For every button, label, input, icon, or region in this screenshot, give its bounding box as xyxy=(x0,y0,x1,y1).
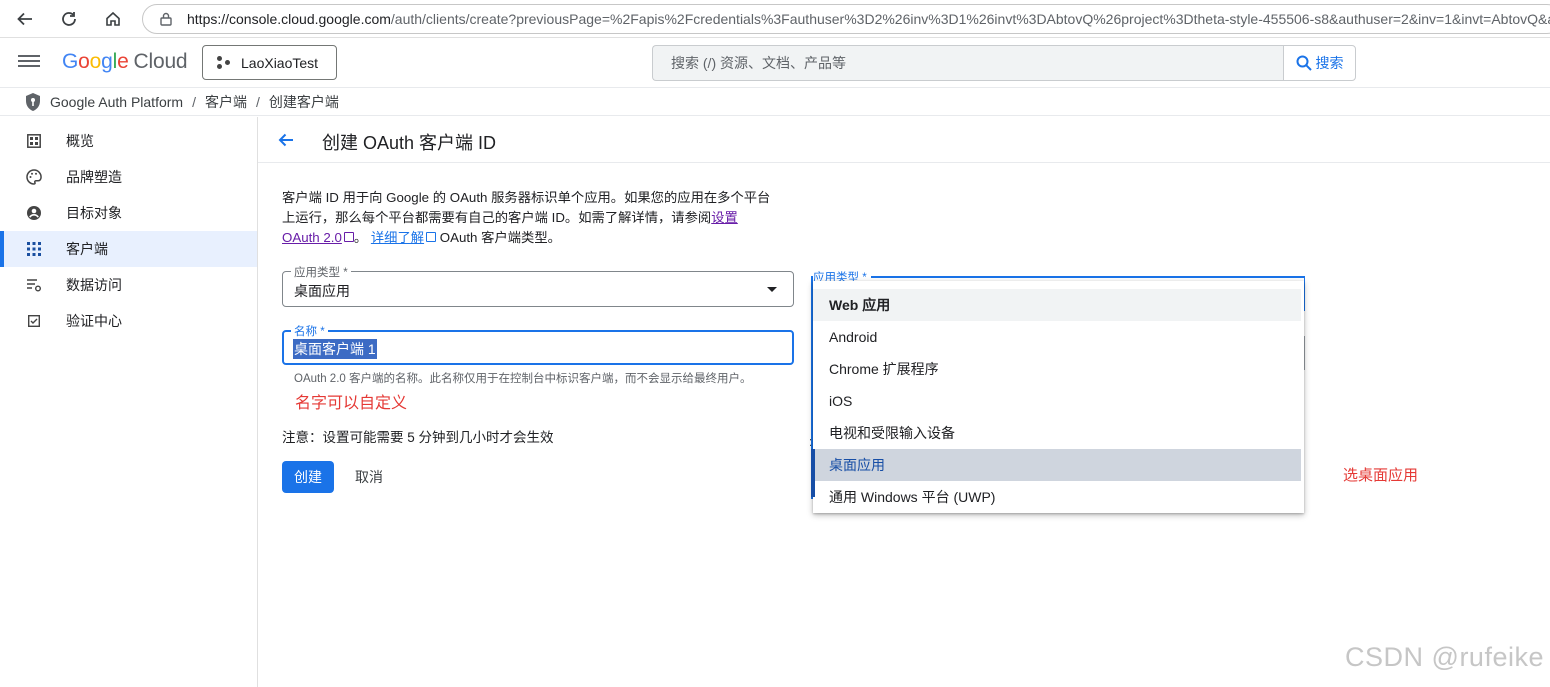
site-info-icon[interactable] xyxy=(159,12,173,26)
dashboard-icon xyxy=(26,133,42,149)
url-host: https://console.cloud.google.com xyxy=(187,11,391,27)
name-value: 桌面客户端 1 xyxy=(293,339,377,359)
logo-google: Google xyxy=(62,50,129,73)
option-web[interactable]: Web 应用 xyxy=(813,289,1301,321)
google-cloud-logo[interactable]: Google Cloud xyxy=(62,50,188,74)
option-desktop[interactable]: 桌面应用 xyxy=(813,449,1301,481)
data-settings-icon xyxy=(26,277,42,293)
search-icon xyxy=(1296,55,1312,71)
url-path: /auth/clients/create?previousPage=%2Fapi… xyxy=(390,11,1550,27)
setup-oauth-link[interactable]: 设置 xyxy=(711,210,738,225)
breadcrumb-separator: / xyxy=(192,93,196,110)
search-button[interactable]: 搜索 xyxy=(1283,45,1356,81)
sidebar-item-overview[interactable]: 概览 xyxy=(0,123,257,159)
reload-icon[interactable] xyxy=(54,4,84,34)
breadcrumb-separator: / xyxy=(255,93,260,110)
desc-tail: OAuth 客户端类型。 xyxy=(436,230,561,245)
annotation-select: 选桌面应用 xyxy=(1343,467,1419,484)
cancel-button[interactable]: 取消 xyxy=(346,461,392,493)
app-type-select[interactable]: 应用类型 * 桌面应用 xyxy=(282,264,794,307)
focus-outline xyxy=(811,276,1305,278)
sidebar-item-clients[interactable]: 客户端 xyxy=(0,231,257,267)
account-circle-icon xyxy=(26,205,42,221)
description: 客户端 ID 用于向 Google 的 OAuth 服务器标识单个应用。如果您的… xyxy=(282,188,802,248)
learn-more-link[interactable]: 详细了解 xyxy=(371,230,424,245)
desc-line2: 上运行，那么每个平台都需要有自己的客户端 ID。如需了解详情，请参阅 xyxy=(282,210,712,225)
sidebar-item-label: 验证中心 xyxy=(66,313,122,329)
console-header: Google Cloud LaoXiaoTest 搜索 (/) 资源、文档、产品等… xyxy=(0,38,1550,88)
sidebar-item-label: 品牌塑造 xyxy=(66,169,122,185)
sidebar-item-label: 客户端 xyxy=(66,241,108,257)
create-button[interactable]: 创建 xyxy=(282,461,334,493)
breadcrumb-platform[interactable]: Google Auth Platform xyxy=(50,94,183,110)
home-icon[interactable] xyxy=(98,4,128,34)
annotation-name: 名字可以自定义 xyxy=(295,395,408,412)
setup-oauth-link-cont[interactable]: OAuth 2.0 xyxy=(282,230,342,245)
app-type-value: 桌面应用 xyxy=(294,283,350,299)
project-icon xyxy=(217,55,231,70)
sidebar-item-verification[interactable]: 验证中心 xyxy=(0,303,257,339)
sidebar-item-label: 数据访问 xyxy=(66,277,122,293)
project-picker-button[interactable]: LaoXiaoTest xyxy=(202,45,337,80)
focus-outline xyxy=(1304,277,1305,311)
desc-punct: 。 xyxy=(353,230,368,245)
sidebar-item-label: 概览 xyxy=(66,133,94,149)
page-title: 创建 OAuth 客户端 ID xyxy=(322,133,497,153)
option-uwp[interactable]: 通用 Windows 平台 (UWP) xyxy=(813,481,1301,513)
name-label: 名称 * xyxy=(291,323,328,339)
chevron-down-icon xyxy=(767,287,777,292)
shield-icon xyxy=(26,92,40,111)
sidebar-item-branding[interactable]: 品牌塑造 xyxy=(0,159,257,195)
external-link-icon xyxy=(343,232,354,242)
selected-indicator xyxy=(811,449,815,497)
search-button-label: 搜索 xyxy=(1315,55,1344,71)
palette-icon xyxy=(26,169,42,185)
name-hint: OAuth 2.0 客户端的名称。此名称仅用于在控制台中标识客户端，而不会显示给… xyxy=(294,373,752,385)
logo-cloud: Cloud xyxy=(133,50,188,73)
sidebar: 概览 品牌塑造 目标对象 客户端 数据访问 验证中心 xyxy=(0,117,258,687)
name-field[interactable]: 名称 * 桌面客户端 1 xyxy=(282,323,794,365)
option-chrome-extension[interactable]: Chrome 扩展程序 xyxy=(813,353,1301,385)
search-input[interactable]: 搜索 (/) 资源、文档、产品等 xyxy=(652,45,1284,81)
app-type-label: 应用类型 * xyxy=(291,264,351,280)
option-tv-limited-input[interactable]: 电视和受限输入设备 xyxy=(813,417,1301,449)
title-divider xyxy=(258,162,1550,163)
external-link-icon xyxy=(426,232,437,242)
sidebar-item-data-access[interactable]: 数据访问 xyxy=(0,267,257,303)
browser-toolbar: https://console.cloud.google.com/auth/cl… xyxy=(0,0,1550,38)
sidebar-item-label: 目标对象 xyxy=(66,205,122,221)
main-menu-icon[interactable] xyxy=(18,52,40,74)
watermark: CSDN @rufeike xyxy=(1345,642,1544,672)
apps-grid-icon xyxy=(26,241,42,257)
app-type-dropdown-menu: Web 应用 Android Chrome 扩展程序 iOS 电视和受限输入设备… xyxy=(813,281,1304,513)
breadcrumb-create-client: 创建客户端 xyxy=(268,93,339,110)
address-bar[interactable]: https://console.cloud.google.com/auth/cl… xyxy=(142,4,1550,34)
breadcrumb-clients[interactable]: 客户端 xyxy=(205,92,247,112)
desc-line1: 客户端 ID 用于向 Google 的 OAuth 服务器标识单个应用。如果您的… xyxy=(282,190,771,205)
sidebar-item-audience[interactable]: 目标对象 xyxy=(0,195,257,231)
option-android[interactable]: Android xyxy=(813,321,1301,353)
back-arrow-icon[interactable] xyxy=(276,130,296,150)
project-name: LaoXiaoTest xyxy=(241,54,319,71)
option-ios[interactable]: iOS xyxy=(813,385,1301,417)
verify-checkbox-icon xyxy=(26,313,42,329)
back-icon[interactable] xyxy=(10,4,40,34)
notice-text: 注意：设置可能需要 5 分钟到几小时才会生效 xyxy=(282,430,554,445)
breadcrumb: Google Auth Platform / 客户端 / 创建客户端 xyxy=(0,88,1550,116)
search-placeholder: 搜索 (/) 资源、文档、产品等 xyxy=(671,55,846,71)
